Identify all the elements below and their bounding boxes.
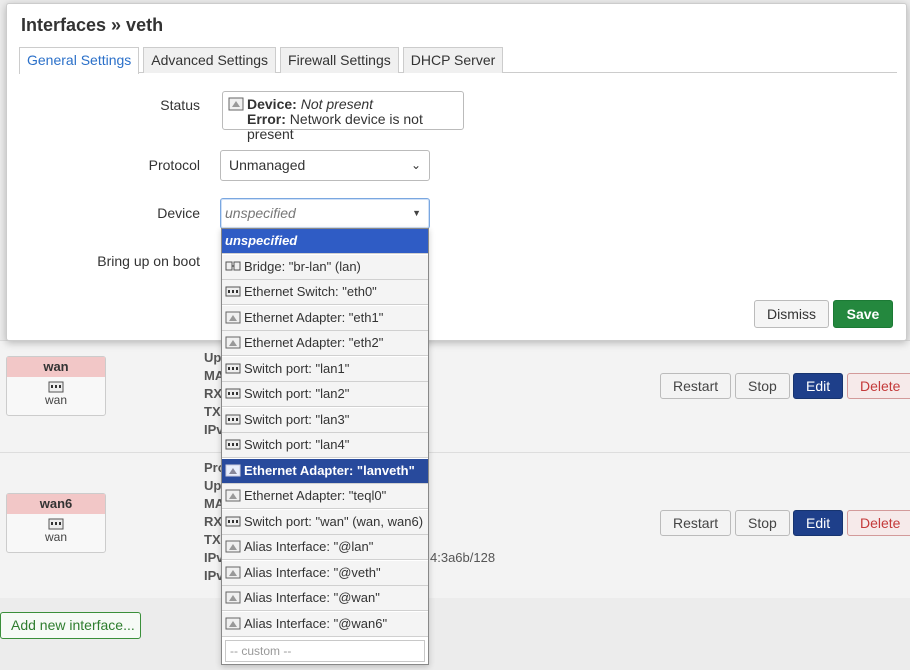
device-label: Device xyxy=(157,205,200,221)
dropdown-item-unspecified[interactable]: unspecified xyxy=(222,229,428,254)
switch-icon xyxy=(48,381,64,393)
caret-down-icon: ▼ xyxy=(412,208,421,218)
tab-advanced-settings[interactable]: Advanced Settings xyxy=(143,47,277,73)
save-button[interactable]: Save xyxy=(833,300,893,328)
custom-device-input[interactable]: -- custom -- xyxy=(225,640,425,662)
dropdown-item-label: Ethernet Adapter: "eth2" xyxy=(244,335,384,350)
restart-button[interactable]: Restart xyxy=(660,373,732,399)
switch-icon xyxy=(225,363,241,373)
dropdown-item-selected[interactable]: Ethernet Adapter: "lanveth" xyxy=(222,458,428,484)
alias-icon xyxy=(225,566,241,578)
dropdown-item[interactable]: Alias Interface: "@veth" xyxy=(222,560,428,586)
dropdown-item[interactable]: Alias Interface: "@wan" xyxy=(222,586,428,611)
bridge-icon xyxy=(225,261,241,270)
interface-name: wan xyxy=(7,357,105,377)
dropdown-item-label: Alias Interface: "@lan" xyxy=(244,539,374,554)
status-error-key: Error: xyxy=(247,111,286,127)
alias-icon xyxy=(225,591,241,604)
protocol-label: Protocol xyxy=(148,157,200,173)
switch-icon xyxy=(225,286,241,297)
dropdown-item[interactable]: Ethernet Adapter: "eth1" xyxy=(222,305,428,331)
dropdown-item[interactable]: Ethernet Adapter: "eth2" xyxy=(222,331,428,356)
restart-button[interactable]: Restart xyxy=(660,510,732,536)
ethernet-icon xyxy=(228,97,244,111)
status-box: Device: Not present Error: Network devic… xyxy=(222,91,464,142)
dropdown-item-label: Switch port: "lan2" xyxy=(244,386,350,401)
dropdown-item[interactable]: Switch port: "wan" (wan, wan6) xyxy=(222,509,428,535)
tab-dhcp-server[interactable]: DHCP Server xyxy=(402,47,504,73)
interface-badge-wan6: wan6 wan xyxy=(6,493,106,553)
modal-title: Interfaces » veth xyxy=(21,15,164,35)
alias-icon xyxy=(225,617,241,629)
device-placeholder: unspecified xyxy=(225,205,296,221)
interface-device: wan xyxy=(44,393,67,407)
dropdown-item[interactable]: Ethernet Switch: "eth0" xyxy=(222,280,428,305)
switch-icon xyxy=(225,516,241,526)
dropdown-item-label: Bridge: "br-lan" (lan) xyxy=(244,258,361,274)
bring-up-on-boot-label: Bring up on boot xyxy=(97,253,200,269)
stop-button[interactable]: Stop xyxy=(735,510,790,536)
device-select[interactable]: unspecified ▼ xyxy=(220,198,430,229)
switch-icon xyxy=(225,414,241,424)
chevron-down-icon: ⌄ xyxy=(410,158,421,172)
ethernet-icon xyxy=(225,464,241,476)
switch-icon xyxy=(225,388,241,399)
edit-button[interactable]: Edit xyxy=(793,373,844,399)
add-interface-button[interactable]: Add new interface... xyxy=(0,612,141,639)
dropdown-item-label: Ethernet Adapter: "lanveth" xyxy=(244,462,415,478)
dropdown-item[interactable]: Switch port: "lan3" xyxy=(222,407,428,433)
dropdown-item[interactable]: Alias Interface: "@lan" xyxy=(222,535,428,560)
dropdown-item-label: Switch port: "lan4" xyxy=(244,437,350,452)
tab-general-settings[interactable]: General Settings xyxy=(19,47,140,74)
dropdown-item[interactable]: Ethernet Adapter: "teql0" xyxy=(222,484,428,509)
ethernet-icon xyxy=(225,336,241,349)
dropdown-item[interactable]: Alias Interface: "@wan6" xyxy=(222,611,428,637)
delete-button[interactable]: Delete xyxy=(847,510,910,536)
ethernet-icon xyxy=(225,311,241,323)
dropdown-item[interactable]: Switch port: "lan4" xyxy=(222,433,428,458)
interface-device: wan xyxy=(44,530,67,544)
dropdown-item[interactable]: Bridge: "br-lan" (lan) xyxy=(222,254,428,280)
dropdown-item-label: Ethernet Switch: "eth0" xyxy=(244,284,377,299)
interface-name: wan6 xyxy=(7,494,105,514)
tab-firewall-settings[interactable]: Firewall Settings xyxy=(280,47,399,73)
status-device-key: Device: xyxy=(247,96,297,112)
dropdown-item-label: Switch port: "wan" (wan, wan6) xyxy=(244,513,424,529)
switch-icon xyxy=(48,518,64,530)
protocol-select[interactable]: Unmanaged ⌄ xyxy=(220,150,430,181)
status-device-value: Not present xyxy=(300,96,374,112)
dropdown-item-label: Alias Interface: "@wan6" xyxy=(244,615,388,631)
ethernet-icon xyxy=(225,489,241,502)
protocol-value: Unmanaged xyxy=(229,157,306,173)
tab-bar: General Settings Advanced Settings Firew… xyxy=(19,47,897,74)
dropdown-item-label: Alias Interface: "@wan" xyxy=(244,590,380,605)
dropdown-item-label: Ethernet Adapter: "teql0" xyxy=(244,488,387,503)
dropdown-item-label: Ethernet Adapter: "eth1" xyxy=(244,309,384,325)
interface-modal: Interfaces » veth General Settings Advan… xyxy=(6,3,907,341)
dropdown-item-label: Switch port: "lan1" xyxy=(244,360,350,376)
stop-button[interactable]: Stop xyxy=(735,373,790,399)
interface-row-wan6: wan6 wan Pro Up MA RX TX IPv IPv 4:3a6b/… xyxy=(0,452,910,598)
dropdown-item-label: Alias Interface: "@veth" xyxy=(244,564,381,580)
ipv6-address: 4:3a6b/128 xyxy=(430,550,496,565)
status-label: Status xyxy=(160,97,200,113)
alias-icon xyxy=(225,540,241,553)
switch-icon xyxy=(225,439,241,450)
dropdown-item-label: Switch port: "lan3" xyxy=(244,411,350,427)
delete-button[interactable]: Delete xyxy=(847,373,910,399)
dropdown-item[interactable]: Switch port: "lan1" xyxy=(222,356,428,382)
dismiss-button[interactable]: Dismiss xyxy=(754,300,829,328)
edit-button[interactable]: Edit xyxy=(793,510,844,536)
dropdown-item[interactable]: Switch port: "lan2" xyxy=(222,382,428,407)
interface-badge-wan: wan wan xyxy=(6,356,106,416)
device-dropdown: unspecified Bridge: "br-lan" (lan) Ether… xyxy=(221,228,429,665)
interface-row-wan: wan wan Up MA RX TX IPv Restart Stop Edi… xyxy=(0,340,910,452)
